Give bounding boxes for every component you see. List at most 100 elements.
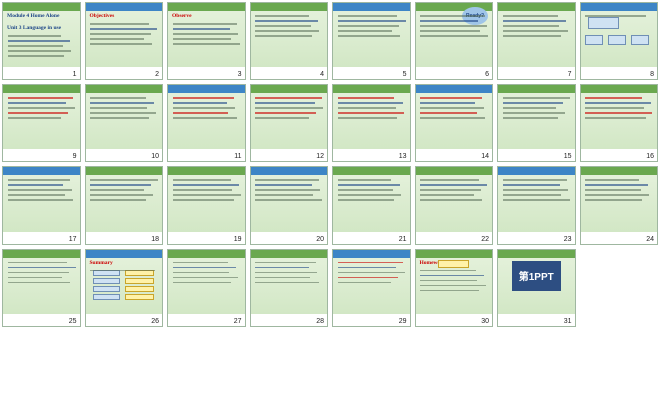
text-line — [7, 199, 74, 201]
slide-canvas — [415, 167, 492, 232]
text-line — [172, 189, 233, 191]
slide-number: 12 — [316, 153, 324, 161]
slide-thumbnail-7[interactable]: 7 — [497, 2, 576, 81]
slide-thumbnail-8[interactable]: 8 — [579, 2, 658, 81]
slide-thumbnail-30[interactable]: Homework 30 — [414, 248, 493, 327]
slide-header-bar — [333, 249, 410, 258]
text-line — [502, 107, 557, 109]
text-line — [420, 35, 489, 37]
text-line — [255, 107, 324, 109]
text-line — [255, 184, 312, 186]
slide-thumbnail-15[interactable]: 15 — [497, 84, 576, 163]
text-line — [585, 15, 646, 17]
slide-thumbnail-5[interactable]: 5 — [332, 2, 411, 81]
slide-canvas — [333, 167, 410, 232]
slide-thumbnail-12[interactable]: 12 — [249, 84, 328, 163]
homework-heading-box — [438, 259, 470, 268]
slide-header-bar — [498, 167, 575, 176]
summary-cell — [93, 285, 120, 292]
text-line — [90, 269, 156, 272]
slide-thumbnail-25[interactable]: 25 — [2, 248, 81, 327]
slide-number: 30 — [481, 317, 489, 325]
text-line — [337, 97, 395, 99]
slide-canvas — [580, 167, 657, 232]
text-line — [502, 112, 565, 114]
slide-sorter-grid: Module 4 Home Alone Unit 3 Language in us… — [2, 2, 658, 409]
text-line — [90, 179, 159, 181]
text-line — [337, 117, 398, 119]
text-line — [420, 97, 483, 99]
text-line — [90, 107, 148, 109]
text-line — [90, 43, 153, 45]
text-line — [7, 179, 71, 181]
text-line — [172, 179, 231, 181]
text-line — [585, 179, 640, 181]
slide-thumbnail-13[interactable]: 13 — [332, 84, 411, 163]
slide-thumbnail-9[interactable]: 9 — [2, 84, 81, 163]
text-line — [337, 189, 393, 191]
slide-number: 3 — [237, 71, 242, 79]
slide-thumbnail-18[interactable]: 18 — [84, 166, 163, 245]
slide-thumbnail-29[interactable]: 29 — [332, 248, 411, 327]
slide-thumbnail-20[interactable]: 20 — [249, 166, 328, 245]
text-line — [7, 261, 68, 264]
text-line — [502, 97, 570, 99]
slide-canvas — [3, 85, 80, 150]
slide-thumbnail-6[interactable]: Ready? 6 — [414, 2, 493, 81]
text-line — [585, 194, 650, 196]
text-line — [337, 184, 400, 186]
text-line — [255, 261, 316, 264]
text-line — [337, 271, 405, 274]
slide-header-bar — [333, 3, 410, 11]
slide-canvas — [250, 85, 327, 150]
slide-number-strip — [3, 149, 80, 162]
slide-header-bar — [250, 167, 327, 176]
slide-thumbnail-16[interactable]: 16 — [579, 84, 658, 163]
slide-thumbnail-23[interactable]: 23 — [497, 166, 576, 245]
text-line — [255, 199, 322, 201]
slide-thumbnail-3[interactable]: Observe 3 — [167, 2, 246, 81]
text-line — [585, 97, 643, 99]
text-line — [337, 266, 397, 269]
slide-thumbnail-26[interactable]: Summary 26 — [84, 248, 163, 327]
slide-header-bar — [498, 3, 575, 11]
text-line — [502, 117, 558, 119]
slide-canvas — [250, 3, 327, 68]
text-line — [337, 179, 392, 181]
text-line — [172, 276, 238, 279]
text-line — [172, 33, 239, 35]
slide-thumbnail-14[interactable]: 14 — [414, 84, 493, 163]
slide-thumbnail-17[interactable]: 17 — [2, 166, 81, 245]
slide-thumbnail-27[interactable]: 27 — [167, 248, 246, 327]
slide-thumbnail-24[interactable]: 24 — [579, 166, 658, 245]
text-line — [585, 102, 651, 104]
slide-thumbnail-28[interactable]: 28 — [249, 248, 328, 327]
slide-canvas: 第1PPT — [498, 249, 575, 314]
text-line — [337, 25, 399, 27]
text-line — [502, 102, 563, 104]
text-line — [420, 279, 478, 282]
text-line — [502, 199, 570, 201]
slide-thumbnail-10[interactable]: 10 — [84, 84, 163, 163]
text-line — [420, 15, 486, 17]
slide-thumbnail-2[interactable]: Objectives 2 — [84, 2, 163, 81]
text-line — [172, 112, 229, 114]
slide-header-bar — [498, 85, 575, 94]
slide-thumbnail-31[interactable]: 第1PPT 31 — [497, 248, 576, 327]
slide-header-bar — [3, 249, 80, 258]
slide-header-bar — [333, 85, 410, 94]
slide-thumbnail-19[interactable]: 19 — [167, 166, 246, 245]
slide-thumbnail-22[interactable]: 22 — [414, 166, 493, 245]
text-line — [172, 261, 228, 264]
slide-thumbnail-4[interactable]: 4 — [249, 2, 328, 81]
text-line — [255, 194, 314, 196]
text-line — [172, 266, 237, 269]
slide-canvas: Observe — [168, 3, 245, 68]
slide-header-bar — [415, 249, 492, 258]
text-line — [420, 274, 485, 277]
slide-thumbnail-11[interactable]: 11 — [167, 84, 246, 163]
slide-thumbnail-21[interactable]: 21 — [332, 166, 411, 245]
slide-thumbnail-1[interactable]: Module 4 Home Alone Unit 3 Language in us… — [2, 2, 81, 81]
text-line — [337, 261, 404, 264]
text-line — [337, 276, 398, 279]
